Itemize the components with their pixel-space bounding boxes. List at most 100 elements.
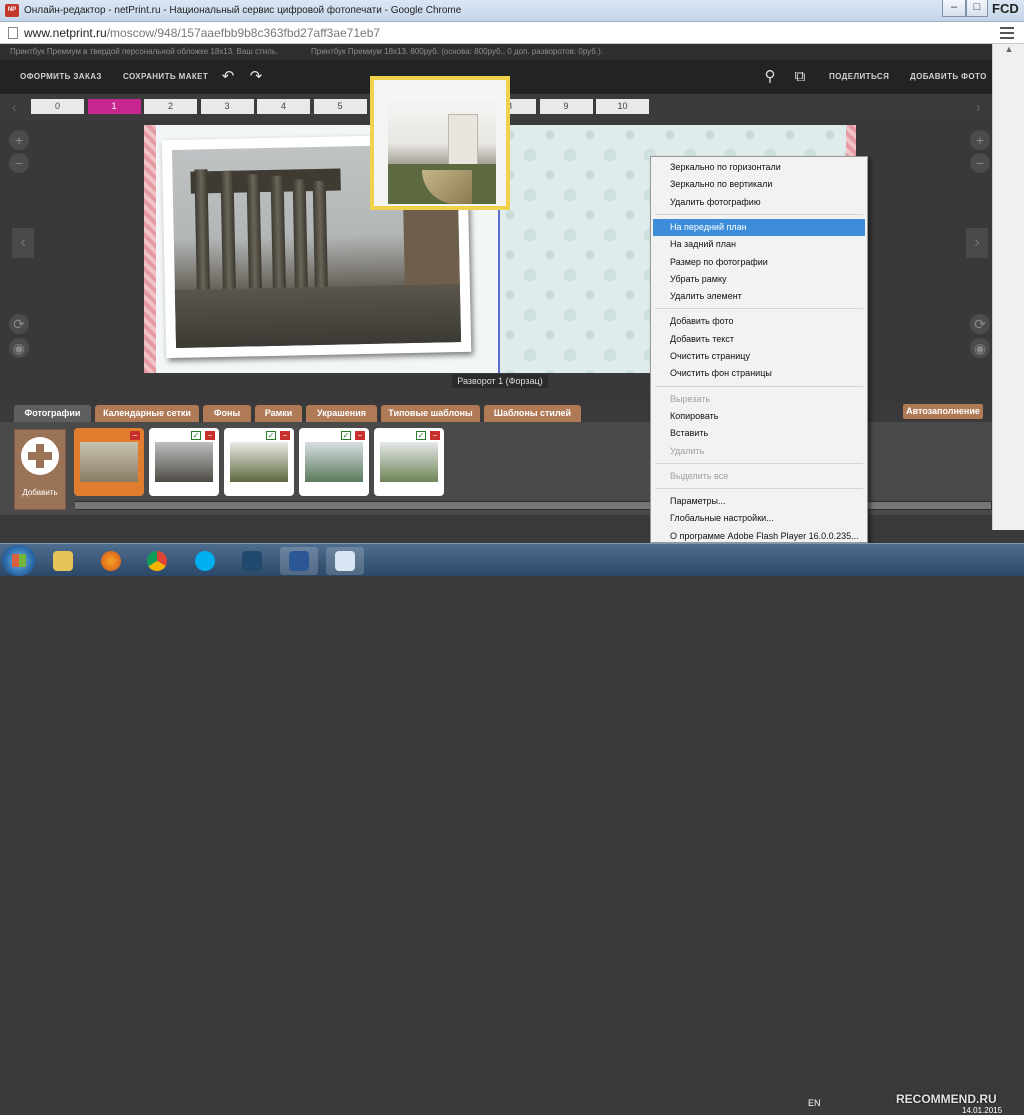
chrome-taskbar-icon[interactable] xyxy=(138,547,176,575)
column xyxy=(312,180,328,288)
chrome-menu-icon[interactable] xyxy=(1000,27,1014,39)
menu-separator xyxy=(655,385,863,387)
minimize-button[interactable]: – xyxy=(942,0,966,17)
scroll-up-icon[interactable]: ▲ xyxy=(995,44,1023,60)
menu-item[interactable]: Добавить фото xyxy=(653,313,865,330)
skype-taskbar-icon[interactable] xyxy=(186,547,224,575)
watermark-logo: RECOMMEND.RU xyxy=(896,1092,997,1106)
tab-calendar-grids[interactable]: Календарные сетки xyxy=(95,405,199,422)
photo-church-selected[interactable] xyxy=(370,76,510,210)
app-taskbar-icon[interactable] xyxy=(233,547,271,575)
menu-item[interactable]: На задний план xyxy=(653,236,865,253)
checkmark-icon[interactable]: ✓ xyxy=(191,431,201,440)
order-button[interactable]: ОФОРМИТЬ ЗАКАЗ xyxy=(20,72,102,81)
share-button[interactable]: ПОДЕЛИТЬСЯ xyxy=(829,72,889,81)
delete-icon[interactable]: − xyxy=(280,431,290,440)
menu-separator xyxy=(655,462,863,464)
photo-thumbnail[interactable]: − xyxy=(74,428,144,496)
column xyxy=(246,174,262,289)
menu-item[interactable]: Размер по фотографии xyxy=(653,254,865,271)
next-spread-icon[interactable]: › xyxy=(966,228,988,258)
address-bar[interactable]: www.netprint.ru/moscow/948/157aaefbb9b8c… xyxy=(0,22,1024,44)
add-photo-label: Добавить xyxy=(22,488,58,497)
autofill-button[interactable]: Автозаполнение xyxy=(903,404,983,419)
checkmark-icon[interactable]: ✓ xyxy=(341,431,351,440)
tab-decorations[interactable]: Украшения xyxy=(306,405,377,422)
paint-taskbar-icon[interactable] xyxy=(326,547,364,575)
menu-item[interactable]: Очистить фон страницы xyxy=(653,365,865,382)
menu-item[interactable]: Добавить текст xyxy=(653,331,865,348)
clock-date[interactable]: 14.01.2015 xyxy=(962,1106,1002,1115)
photo-thumbnail[interactable]: ✓ − xyxy=(224,428,294,496)
language-indicator[interactable]: EN xyxy=(808,1098,821,1108)
arrange-icon[interactable]: ⧉ xyxy=(790,67,810,87)
delete-icon[interactable]: − xyxy=(355,431,365,440)
page-scrollbar[interactable]: ▲ xyxy=(992,44,1024,530)
photo-thumbnail[interactable]: ✓ − xyxy=(149,428,219,496)
left-page-edge xyxy=(144,125,156,373)
tab-photos[interactable]: Фотографии xyxy=(14,405,91,422)
preview-right-icon[interactable]: ◉ xyxy=(970,338,990,358)
context-menu: Зеркально по горизонтали Зеркально по вер… xyxy=(650,156,868,543)
page-tab-3[interactable]: 3 xyxy=(200,99,254,114)
word-taskbar-icon[interactable] xyxy=(280,547,318,575)
checkmark-icon[interactable]: ✓ xyxy=(266,431,276,440)
menu-item[interactable]: Зеркально по горизонтали xyxy=(653,159,865,176)
menu-item[interactable]: Глобальные настройки... xyxy=(653,510,865,527)
add-photo-tile[interactable]: Добавить xyxy=(14,429,66,510)
page-tab-9[interactable]: 9 xyxy=(539,99,593,114)
undo-icon[interactable]: ↶ xyxy=(218,67,238,87)
search-icon[interactable]: ⚲ xyxy=(760,67,780,87)
rotate-icon[interactable]: ⟳ xyxy=(9,314,29,334)
page-tab-10[interactable]: 10 xyxy=(596,99,649,114)
page-tab-4[interactable]: 4 xyxy=(257,99,310,114)
start-button[interactable] xyxy=(2,545,36,576)
menu-item[interactable]: На передний план xyxy=(653,218,865,236)
menu-item[interactable]: Удалить фотографию xyxy=(653,194,865,211)
menu-item: Вырезать xyxy=(670,393,711,404)
redo-icon[interactable]: ↷ xyxy=(246,67,266,87)
rotate-right-icon[interactable]: ⟳ xyxy=(970,314,990,334)
photo-thumbnail[interactable]: ✓ − xyxy=(299,428,369,496)
menu-item[interactable]: Удалить элемент xyxy=(653,288,865,305)
prev-spread-icon[interactable]: ‹ xyxy=(12,228,34,258)
preview-icon[interactable]: ◉ xyxy=(9,338,29,358)
menu-item[interactable]: Убрать рамку xyxy=(653,271,865,288)
page-tab-0[interactable]: 0 xyxy=(31,99,84,114)
zoom-out-icon[interactable]: − xyxy=(9,153,29,173)
pages-next-icon[interactable]: › xyxy=(976,99,981,115)
add-photo-button[interactable]: ДОБАВИТЬ ФОТО xyxy=(910,72,987,81)
window-titlebar: NP Онлайн-редактор - netPrint.ru - Нацио… xyxy=(0,0,1024,22)
photo-thumbnail[interactable]: ✓ − xyxy=(374,428,444,496)
delete-icon[interactable]: − xyxy=(430,431,440,440)
url-text[interactable]: www.netprint.ru/moscow/948/157aaefbb9b8c… xyxy=(24,26,380,40)
zoom-out-right-icon[interactable]: − xyxy=(970,153,990,173)
delete-icon[interactable]: − xyxy=(130,431,140,440)
checkmark-icon[interactable]: ✓ xyxy=(416,431,426,440)
menu-item[interactable]: Параметры... xyxy=(653,493,865,510)
zoom-in-icon[interactable]: + xyxy=(9,130,29,150)
tab-frames[interactable]: Рамки xyxy=(255,405,302,422)
page-tab-2[interactable]: 2 xyxy=(144,99,197,114)
menu-item[interactable]: Вставить xyxy=(653,425,865,442)
page-tab-5[interactable]: 5 xyxy=(313,99,367,114)
tab-backgrounds[interactable]: Фоны xyxy=(203,405,251,422)
menu-item[interactable]: Очистить страницу xyxy=(653,348,865,365)
menu-separator xyxy=(655,488,863,490)
delete-icon[interactable]: − xyxy=(205,431,215,440)
page-tab-1[interactable]: 1 xyxy=(87,99,141,114)
menu-item[interactable]: Копировать xyxy=(653,408,865,425)
tab-standard-templates[interactable]: Типовые шаблоны xyxy=(381,405,480,422)
windows-taskbar: EN RECOMMEND.RU 14.01.2015 xyxy=(0,543,1024,1115)
asset-tabs: Фотографии Календарные сетки Фоны Рамки … xyxy=(0,403,1024,422)
zoom-in-right-icon[interactable]: + xyxy=(970,130,990,150)
menu-separator xyxy=(655,213,863,215)
menu-item[interactable]: Зеркально по вертикали xyxy=(653,176,865,193)
maximize-button[interactable]: □ xyxy=(966,0,988,17)
thumbnail-image xyxy=(305,442,363,482)
tab-style-templates[interactable]: Шаблоны стилей xyxy=(484,405,581,422)
explorer-taskbar-icon[interactable] xyxy=(44,547,82,575)
save-layout-button[interactable]: СОХРАНИТЬ МАКЕТ xyxy=(123,72,208,81)
pages-prev-icon[interactable]: ‹ xyxy=(12,99,17,115)
firefox-taskbar-icon[interactable] xyxy=(92,547,130,575)
